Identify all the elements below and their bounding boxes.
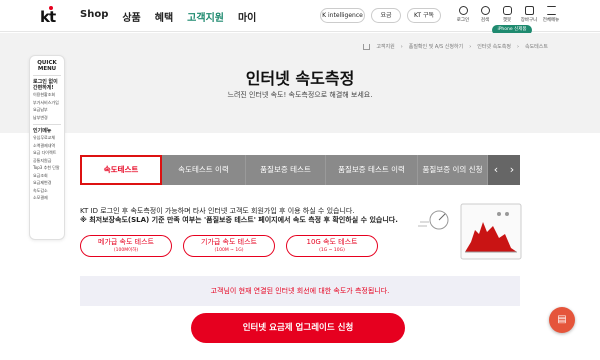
nav-shop[interactable]: Shop [80,9,108,24]
chatbot-icon[interactable]: 챗봇 [496,6,518,23]
page-title: 인터넷 속도측정 [245,69,355,88]
nav-my[interactable]: 마이 [238,9,256,24]
tab-quality-test-history[interactable]: 품질보증 테스트 이력 [326,155,418,185]
quick-menu-item[interactable]: 소액결제내역 [33,142,61,150]
quick-menu-item[interactable]: 유심무료교체 [33,134,61,142]
store-icon[interactable]: ▤ [549,307,575,333]
quick-menu-item[interactable]: 요금조회 [33,172,61,180]
quick-menu-title: QUICK MENU [37,60,57,72]
upgrade-plan-button[interactable]: 인터넷 요금제 업그레이드 신청 [191,313,405,343]
speed-test-tabs: 속도테스트 속도테스트 이력 품질보증 테스트 품질보증 테스트 이력 품질보증… [80,155,520,185]
quick-menu: QUICK MENU 로그인 없이 간편하게! 이용현황조회 부가서비스가입 요… [29,55,65,240]
fee-button[interactable]: 요금 [371,8,401,23]
quick-menu-item[interactable]: 요금납부 [33,106,61,114]
quick-menu-item[interactable]: 부가서비스가입 [33,99,61,107]
breadcrumb-item[interactable]: 속도테스트 [525,43,548,50]
kt-subscribe-button[interactable]: KT 구독 [407,8,441,23]
search-icon[interactable]: 검색 [474,6,496,23]
status-message: 고객님이 현재 연결된 인터넷 회선에 대한 속도가 측정됩니다. [80,276,520,306]
login-icon[interactable]: 로그인 [452,6,474,23]
global-header: kt Shop 상품 혜택 고객지원 마이 K intelligence 요금 … [0,0,600,35]
quick-menu-item[interactable]: 요금제변경 [33,179,61,187]
giga-speed-test-button[interactable]: 기가급 속도 테스트 (100M ~ 1G) [183,235,275,257]
tab-quality-objection[interactable]: 품질보증 이의 신청 [418,155,488,185]
tab-speed-test[interactable]: 속도테스트 [80,155,162,185]
kt-logo[interactable]: kt [40,6,56,26]
nav-products[interactable]: 상품 [122,9,140,24]
main-nav: Shop 상품 혜택 고객지원 마이 [80,9,256,24]
breadcrumb: 고객지원 › 품질확인 및 A/S 신청하기 › 인터넷 속도측정 › 속도테스트 [363,43,548,50]
breadcrumb-item[interactable]: 고객지원 [376,43,394,50]
home-icon[interactable] [363,43,371,50]
quick-menu-item[interactable]: 요금 다이렉트 [33,149,61,157]
breadcrumb-item[interactable]: 품질확인 및 A/S 신청하기 [409,43,463,50]
k-intelligence-button[interactable]: K intelligence [320,8,365,23]
menu-icon[interactable]: 전체메뉴 [540,6,562,23]
quick-menu-item[interactable]: Top3 추천 단말 [33,164,61,172]
quick-menu-item[interactable]: 소모결제 [33,194,61,202]
mega-speed-test-button[interactable]: 메가급 속도 테스트 (100M이하) [80,235,172,257]
tab-prev-arrow[interactable]: ‹ [488,155,504,185]
10g-speed-test-button[interactable]: 10G 속도 테스트 (1G ~ 10G) [286,235,378,257]
quick-menu-item[interactable]: 속도감소 [33,187,61,195]
cart-icon[interactable]: 장바구니 [518,6,540,23]
quick-menu-item[interactable]: 납부변경 [33,114,61,122]
quick-menu-item[interactable]: 공통지원금 [33,157,61,165]
nav-support[interactable]: 고객지원 [187,9,224,24]
info-line: KT ID 로그인 후 속도측정이 가능하며 타사 인터넷 고객도 회원가입 후… [80,207,355,215]
page-subtitle: 느려진 인터넷 속도! 속도측정으로 해결해 보세요. [227,91,373,99]
tab-speed-test-history[interactable]: 속도테스트 이력 [162,155,246,185]
tab-quality-test[interactable]: 품질보증 테스트 [246,155,326,185]
breadcrumb-item[interactable]: 인터넷 속도측정 [477,43,511,50]
tab-next-arrow[interactable]: › [504,155,520,185]
nav-benefits[interactable]: 혜택 [155,9,173,24]
speed-test-info: KT ID 로그인 후 속도측정이 가능하며 타사 인터넷 고객도 회원가입 후… [80,207,398,225]
info-line-sla: ※ 최저보장속도(SLA) 기준 만족 여부는 '품질보증 테스트' 페이지에서… [80,216,398,224]
quick-menu-item[interactable]: 이용현황조회 [33,91,61,99]
quick-menu-login-heading: 로그인 없이 간편하게! [33,79,58,91]
speed-graph-illustration [418,203,522,260]
